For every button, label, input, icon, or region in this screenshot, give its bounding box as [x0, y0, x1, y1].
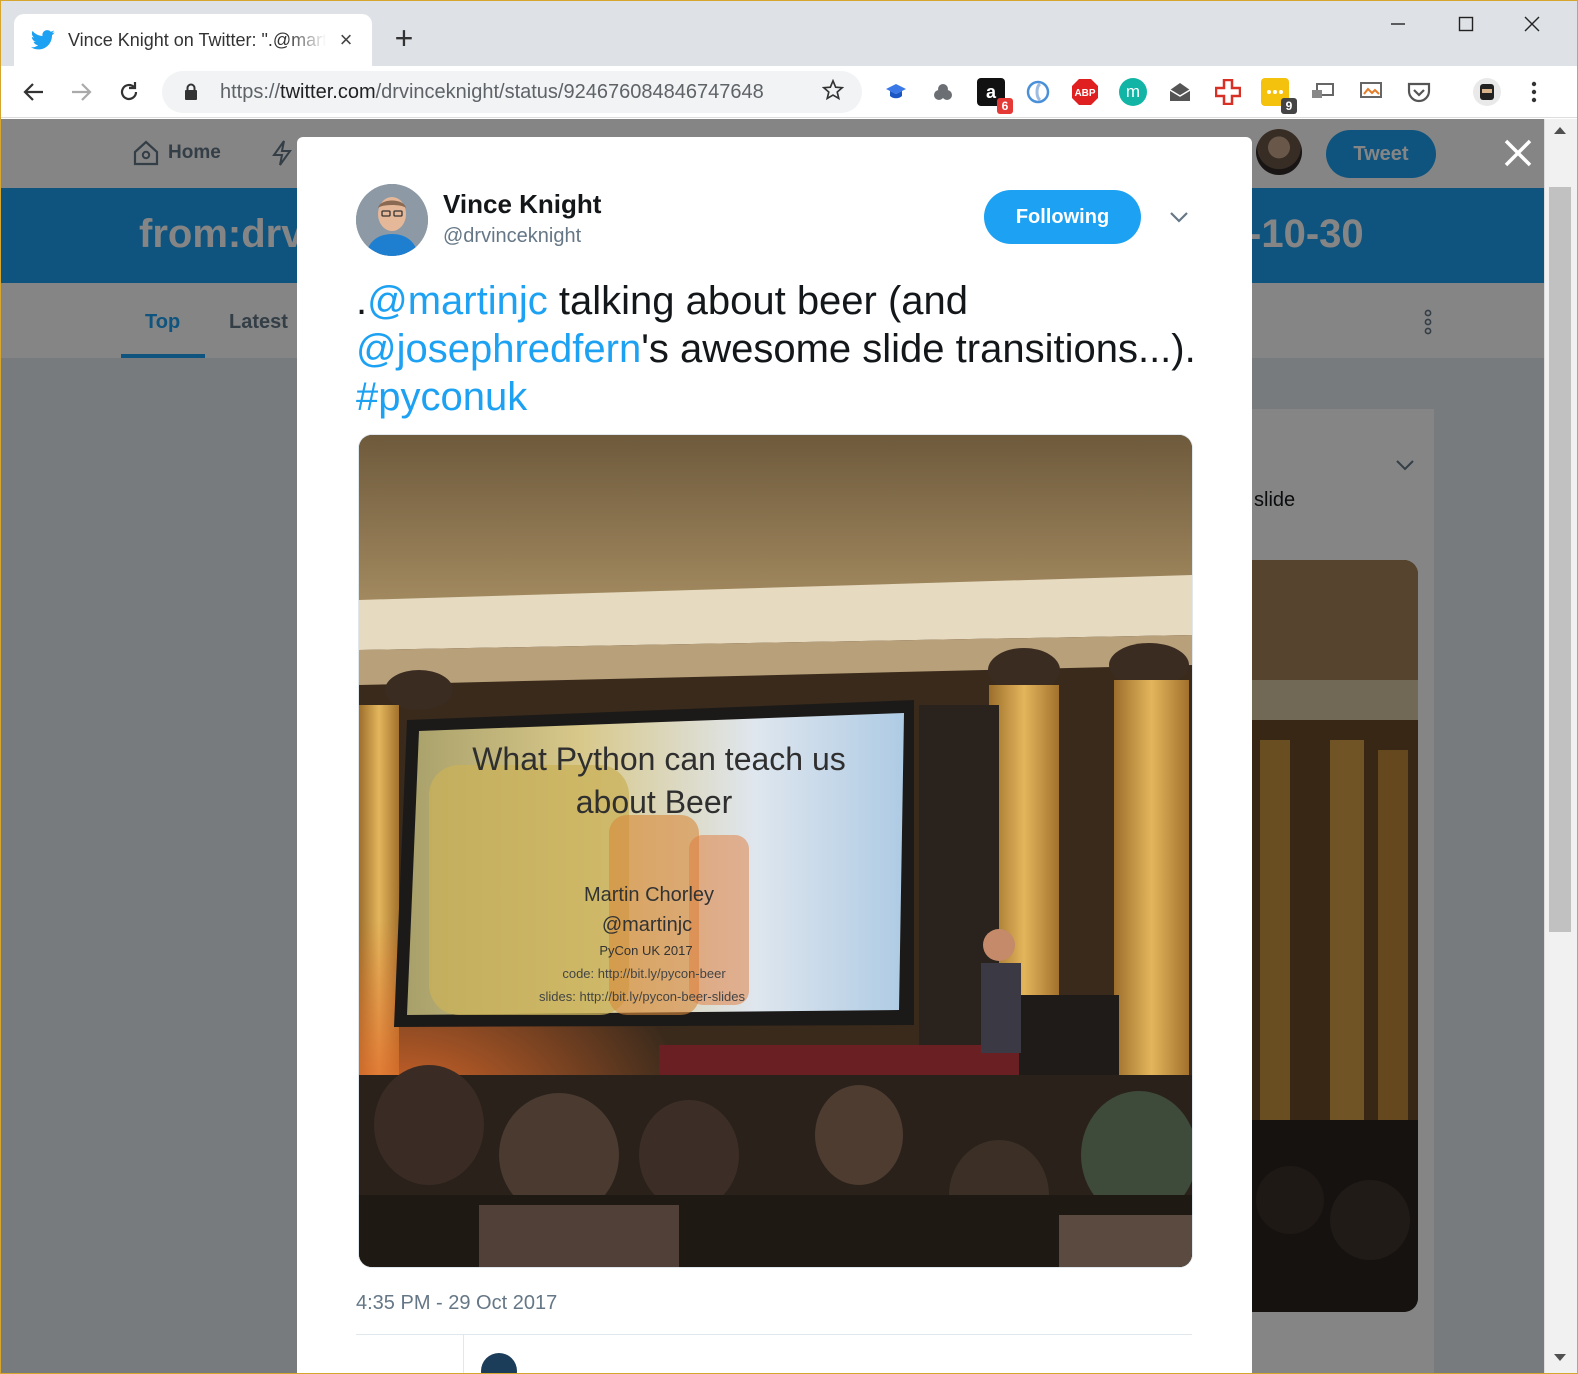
scroll-thumb[interactable] [1549, 187, 1571, 932]
scroll-down-arrow[interactable] [1554, 1354, 1566, 1361]
profile-avatar-icon[interactable] [1473, 78, 1501, 106]
dots-glyph [1267, 90, 1283, 94]
m-extension-icon[interactable]: m [1119, 78, 1147, 106]
url-path: /drvinceknight/status/924676084846747648 [375, 80, 764, 103]
liker-avatar[interactable] [481, 1353, 517, 1374]
slide-handle: @martinjc [602, 914, 692, 936]
amazon-icon[interactable]: a 6 [977, 78, 1013, 114]
cast-icon[interactable] [1309, 78, 1337, 106]
new-tab-button[interactable]: + [390, 22, 418, 54]
address-bar[interactable]: https://twitter.com/drvinceknight/status… [162, 71, 862, 113]
arrow-right-icon [72, 83, 92, 101]
tab-title: Vince Knight on Twitter: ".@martinjc tal… [68, 29, 326, 50]
minimize-icon [1391, 23, 1405, 25]
forward-button[interactable] [63, 74, 99, 110]
adblock-label: ABP [1074, 88, 1095, 99]
kebab-menu-icon[interactable] [1520, 78, 1548, 106]
mention-josephredfern[interactable]: @josephredfern [356, 327, 641, 371]
following-button[interactable]: Following [984, 190, 1141, 244]
plus-extension-icon[interactable] [1214, 78, 1242, 106]
back-button[interactable] [16, 74, 52, 110]
maximize-button[interactable] [1446, 10, 1486, 38]
slide-title-line1: What Python can teach us [472, 741, 846, 777]
lock-icon [180, 81, 202, 103]
tweet-photo[interactable]: What Python can teach us about Beer Mart… [358, 434, 1193, 1268]
text-segment-1: talking about beer (and [547, 279, 969, 323]
close-icon [1504, 139, 1532, 167]
slide-event: PyCon UK 2017 [599, 943, 692, 958]
adblock-icon[interactable]: ABP [1071, 78, 1099, 106]
stats-divider [356, 1334, 1192, 1335]
tab-strip: Vince Knight on Twitter: ".@martinjc tal… [0, 0, 1578, 66]
arrow-left-icon [23, 83, 43, 101]
url-host: twitter.com [280, 80, 376, 103]
reload-icon [120, 82, 138, 101]
stats-divider-vertical [463, 1335, 464, 1374]
text-segment-2: 's awesome slide transitions...). [641, 327, 1196, 371]
notes-badge: 9 [1281, 98, 1297, 114]
pulse-icon[interactable] [1024, 78, 1052, 106]
slide-speaker: Martin Chorley [584, 884, 714, 906]
notes-icon[interactable]: 9 [1261, 78, 1297, 114]
chevron-down-icon [1170, 212, 1188, 223]
url-scheme: https:// [220, 80, 281, 103]
slide-slides-link: slides: http://bit.ly/pycon-beer-slides [539, 989, 745, 1004]
author-handle[interactable]: @drvinceknight [443, 225, 581, 248]
tab-close-button[interactable]: × [334, 27, 358, 52]
mail-icon[interactable] [1166, 78, 1194, 106]
star-icon[interactable] [821, 78, 845, 106]
scroll-up-arrow[interactable] [1554, 127, 1566, 134]
screen-icon[interactable] [1357, 78, 1385, 106]
tweet-modal: Vince Knight @drvinceknight Following .@… [297, 137, 1252, 1374]
page-scrollbar[interactable] [1544, 119, 1578, 1374]
tweet-options-caret[interactable] [1167, 205, 1191, 229]
close-icon [1524, 16, 1540, 32]
minimize-button[interactable] [1378, 10, 1418, 38]
tweet-text: .@martinjc talking about beer (and @jose… [356, 277, 1216, 421]
cloud-icon[interactable] [929, 78, 957, 106]
browser-tab[interactable]: Vince Knight on Twitter: ".@martinjc tal… [14, 14, 372, 66]
author-name[interactable]: Vince Knight [443, 189, 601, 220]
text-prefix: . [356, 279, 368, 323]
amazon-a-glyph: a [985, 81, 996, 102]
m-label: m [1125, 82, 1141, 101]
url-text: https://twitter.com/drvinceknight/status… [220, 81, 822, 104]
slide-code-link: code: http://bit.ly/pycon-beer [562, 966, 726, 981]
tweet-timestamp[interactable]: 4:35 PM - 29 Oct 2017 [356, 1292, 557, 1315]
twitter-bird-icon [30, 27, 56, 53]
maximize-icon [1458, 16, 1474, 32]
amazon-badge: 6 [997, 98, 1013, 114]
close-modal-button[interactable] [1496, 131, 1540, 175]
slide-title-line2: about Beer [576, 784, 733, 820]
reload-button[interactable] [111, 74, 147, 110]
browser-toolbar: https://twitter.com/drvinceknight/status… [0, 66, 1578, 118]
mention-martinjc[interactable]: @martinjc [367, 279, 548, 323]
hashtag-pyconuk[interactable]: #pyconuk [356, 375, 527, 419]
pocket-icon[interactable] [1405, 78, 1433, 106]
mortarboard-icon[interactable] [882, 78, 910, 106]
close-window-button[interactable] [1512, 10, 1552, 38]
author-avatar[interactable] [356, 184, 428, 256]
